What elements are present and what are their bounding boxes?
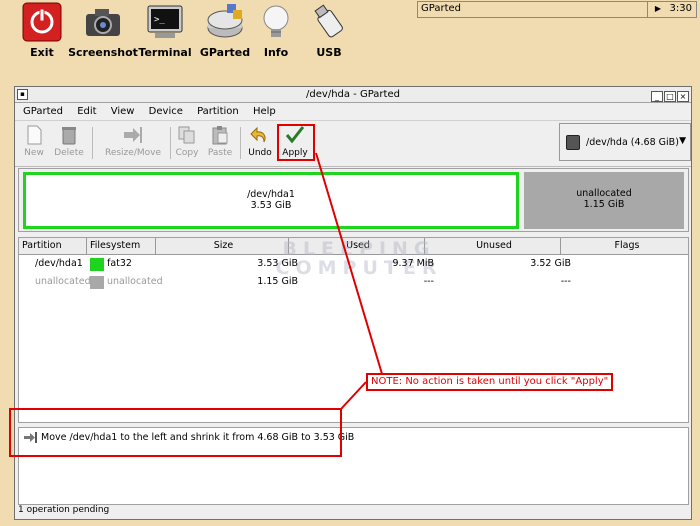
- annotation-lines: [315, 152, 383, 410]
- annotation-note: NOTE: No action is taken until you click…: [366, 373, 614, 391]
